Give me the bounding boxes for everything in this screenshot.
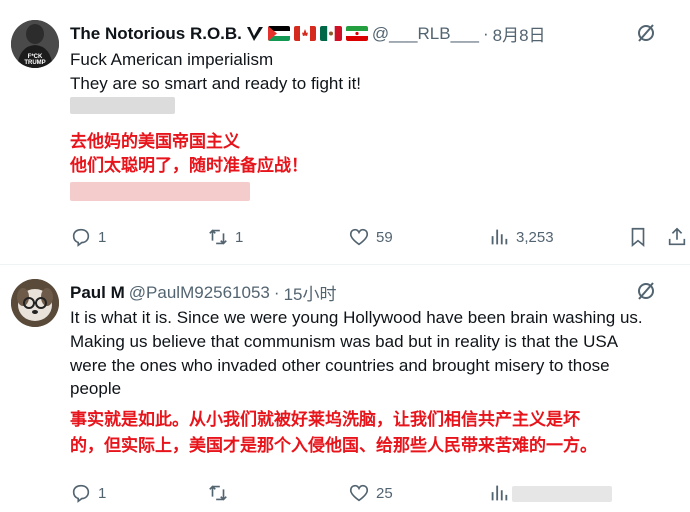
views-icon [491,485,508,501]
separator-dot: · [273,282,280,302]
verified-badge-icon [246,26,264,42]
repost-count: 1 [235,228,244,246]
grok-icon[interactable] [635,22,657,44]
avatar[interactable]: F*CK TRUMP [11,20,59,68]
tweet-text-line: Fuck American imperialism [70,50,274,69]
tweet-text-line: They are so smart and ready to fight it! [70,74,362,93]
blurred-overlay [512,486,612,502]
tweet-actions: 1 1 59 3,253 [70,226,690,250]
repost-icon [209,229,227,245]
reply-count: 1 [98,484,107,502]
share-icon [668,227,686,246]
flag-canada-icon [293,26,316,41]
tweet-text-line: Making us believe that communism was bad… [70,332,619,351]
repost-button[interactable]: 1 [207,226,243,248]
timestamp[interactable]: 8月8日 [493,21,546,46]
tweet-text-line: were the ones who invaded other countrie… [70,356,610,375]
blurred-text [70,182,250,201]
user-handle[interactable]: @___RLB___ [372,24,479,44]
reply-icon [72,228,90,247]
tweet-header: The Notorious R.O.B. @___RLB___ · 8月8日 [70,21,546,46]
tweet-actions: 1 25 [70,482,690,506]
tweet[interactable]: F*CK TRUMP The Notorious R.O.B. @___RLB_… [0,0,690,266]
display-name[interactable]: Paul M [70,283,125,303]
translation-line: 去他妈的美国帝国主义 [70,132,240,151]
like-count: 59 [376,228,393,246]
translation-line: 事实就是如此。从小我们就被好莱坞洗脑，让我们相信共产主义是坏 [70,410,580,429]
user-handle[interactable]: @PaulM92561053 [129,283,270,303]
bookmark-button[interactable] [627,226,649,248]
share-button[interactable] [666,226,688,248]
like-icon [349,484,369,502]
like-button[interactable]: 25 [348,482,393,504]
tweet-divider [0,264,690,265]
reply-button[interactable]: 1 [70,482,106,504]
tweet-text-line: people [70,379,122,398]
translation-line: 的，但实际上，美国才是那个入侵他国、给那些人民带来苦难的一方。 [70,436,597,455]
flag-mexico-icon [319,26,342,41]
views-button[interactable]: 3,253 [488,226,554,248]
flag-palestine-icon [267,26,290,41]
grok-icon[interactable] [635,280,657,302]
tweet-header: Paul M @PaulM92561053 · 15小时 [70,280,336,305]
repost-icon [209,485,227,501]
avatar[interactable] [11,279,59,327]
reply-button[interactable]: 1 [70,226,106,248]
flag-iran-icon [345,26,368,41]
display-name[interactable]: The Notorious R.O.B. [70,24,242,44]
like-icon [349,228,369,246]
tweet-text-line: It is what it is. Since we were young Ho… [70,308,643,327]
bookmark-icon [631,227,645,248]
like-count: 25 [376,484,393,502]
svg-text:TRUMP: TRUMP [24,60,45,66]
translation-line: 他们太聪明了，随时准备应战！ [70,156,308,175]
views-icon [491,229,508,245]
separator-dot: · [482,23,489,43]
like-button[interactable]: 59 [348,226,393,248]
repost-button[interactable] [207,482,235,504]
blurred-text [70,97,175,114]
reply-icon [72,484,90,503]
reply-count: 1 [98,228,107,246]
view-count: 3,253 [516,228,554,246]
timestamp[interactable]: 15小时 [284,280,337,305]
tweet[interactable]: Paul M @PaulM92561053 · 15小时 It is what … [0,266,690,512]
